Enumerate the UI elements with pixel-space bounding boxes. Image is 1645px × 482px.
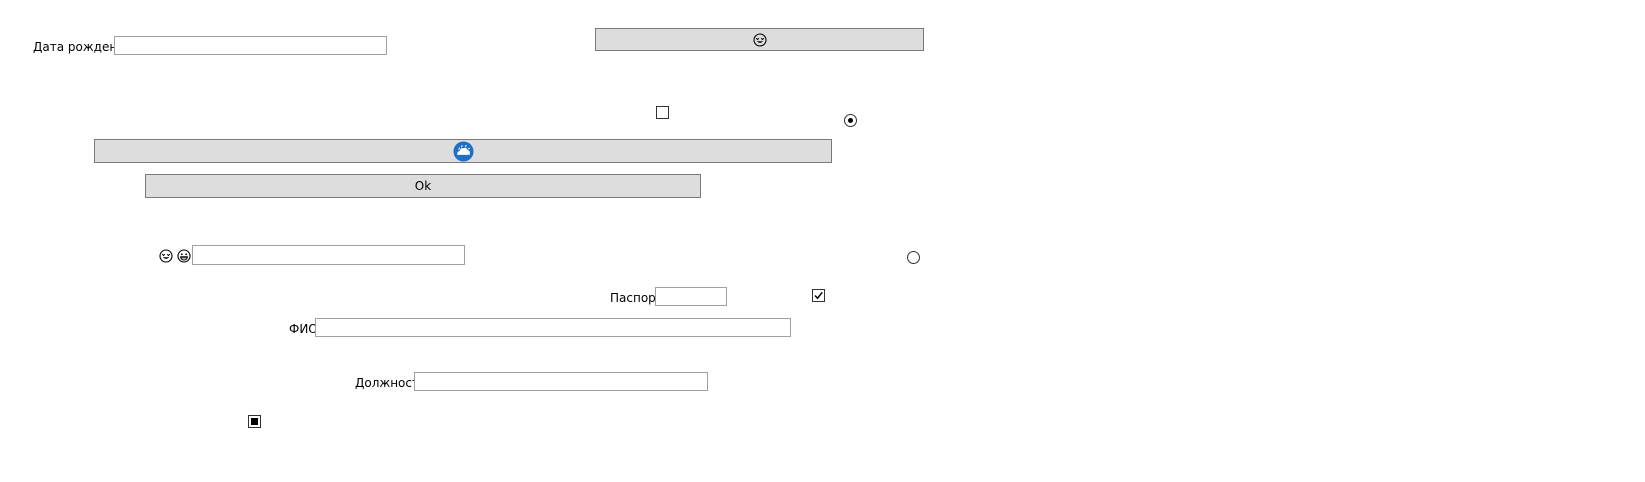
radio-button-unselected[interactable] [907, 251, 920, 264]
checkbox-unchecked[interactable] [656, 106, 669, 119]
fio-label: ФИО [289, 322, 318, 336]
cloud-icon [452, 140, 474, 162]
position-input[interactable] [414, 372, 708, 391]
indeterminate-mark [251, 418, 258, 425]
text-input[interactable] [192, 245, 465, 265]
radio-dot [848, 118, 853, 123]
checkbox-indeterminate[interactable] [248, 415, 261, 428]
passport-input[interactable] [655, 287, 727, 306]
fio-input[interactable] [315, 318, 791, 337]
checkmark-icon [814, 291, 823, 300]
radio-button-selected[interactable] [844, 114, 857, 127]
smiling-face-with-heart-eyes-icon [752, 32, 767, 47]
grinning-face-icon [177, 249, 191, 263]
smiling-face-with-heart-eyes-icon [159, 249, 173, 263]
birth-date-input[interactable] [114, 36, 387, 55]
emoji-button[interactable] [595, 28, 924, 51]
cloud-button[interactable] [94, 139, 832, 163]
ok-button[interactable]: Ok [145, 174, 701, 198]
checkbox-checked[interactable] [812, 289, 825, 302]
ok-button-label: Ok [414, 179, 432, 193]
